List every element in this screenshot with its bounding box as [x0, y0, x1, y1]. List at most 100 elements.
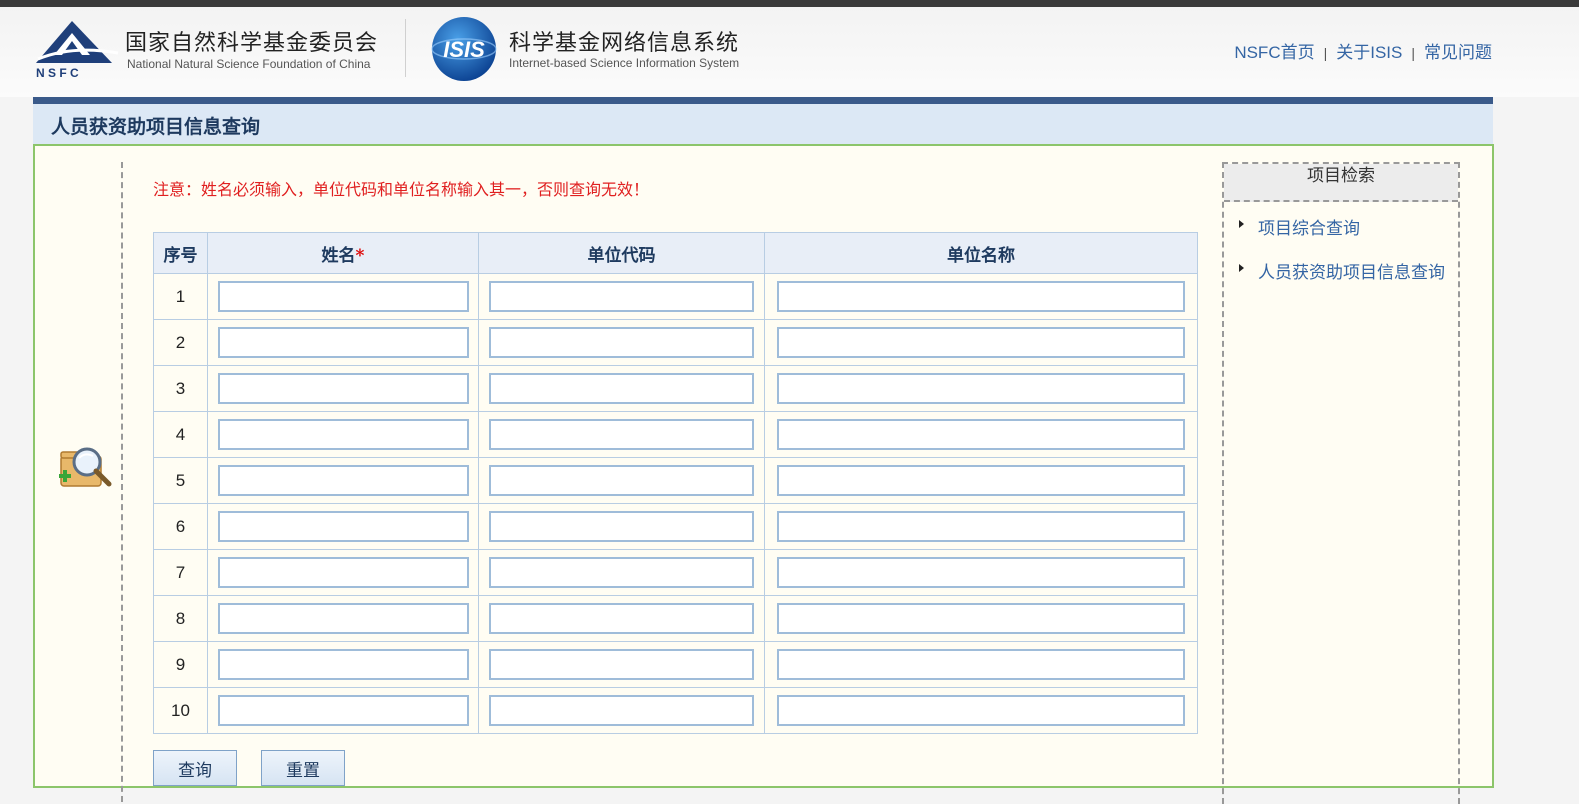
table-row: 2 — [153, 319, 1198, 366]
org-name-input[interactable] — [777, 649, 1185, 680]
table-row: 3 — [153, 365, 1198, 412]
nav-faq-link[interactable]: 常见问题 — [1424, 43, 1492, 62]
table-row: 5 — [153, 457, 1198, 504]
name-cell — [207, 549, 479, 596]
table-row: 4 — [153, 411, 1198, 458]
row-index: 5 — [153, 457, 208, 504]
name-cell — [207, 273, 479, 320]
isis-globe-logo[interactable]: ISIS — [430, 15, 498, 83]
org-name-input[interactable] — [777, 557, 1185, 588]
org-code-input[interactable] — [489, 281, 754, 312]
row-index: 4 — [153, 411, 208, 458]
org-name-cell — [764, 595, 1198, 642]
row-index: 3 — [153, 365, 208, 412]
row-index: 10 — [153, 687, 208, 734]
table-header-row: 序号 姓名* 单位代码 单位名称 — [153, 232, 1198, 274]
nav-nsfc-home-link[interactable]: NSFC首页 — [1234, 43, 1314, 62]
org-name-input[interactable] — [777, 327, 1185, 358]
triangle-right-icon — [1239, 220, 1244, 228]
name-input[interactable] — [217, 327, 469, 358]
table-row: 7 — [153, 549, 1198, 596]
query-button[interactable]: 查询 — [153, 750, 237, 786]
org-code-cell — [478, 641, 765, 688]
main-panel: 注意：姓名必须输入，单位代码和单位名称输入其一，否则查询无效！ 序号 姓名* 单… — [33, 144, 1494, 804]
name-input[interactable] — [217, 373, 469, 404]
org-name-input[interactable] — [777, 603, 1185, 634]
nav-separator: | — [1411, 45, 1415, 61]
org-code-cell — [478, 457, 765, 504]
org-name-cell — [764, 457, 1198, 504]
title-bar: 人员获资助项目信息查询 — [33, 104, 1493, 144]
org-name-input[interactable] — [777, 465, 1185, 496]
table-row: 1 — [153, 273, 1198, 320]
org-code-cell — [478, 687, 765, 734]
name-input[interactable] — [217, 695, 469, 726]
org-code-input[interactable] — [489, 603, 754, 634]
org-code-input[interactable] — [489, 511, 754, 542]
nsfc-logo-text: N S F C — [36, 66, 79, 79]
page-title: 人员获资助项目信息查询 — [51, 116, 261, 138]
row-index: 2 — [153, 319, 208, 366]
org-name-cell — [764, 411, 1198, 458]
nav-separator: | — [1323, 45, 1328, 61]
search-document-icon — [59, 447, 112, 487]
row-index: 7 — [153, 549, 208, 596]
org-code-input[interactable] — [489, 327, 754, 358]
sidebar-item-comprehensive-query[interactable]: 项目综合查询 — [1224, 214, 1458, 246]
table-row: 10 — [153, 687, 1198, 734]
row-index: 8 — [153, 595, 208, 642]
query-table: 序号 姓名* 单位代码 单位名称 1 2 3 4 5 6 7 8 9 10 — [153, 232, 1198, 734]
org-name-cn: 国家自然科学基金委员会 — [125, 31, 379, 56]
org-code-cell — [478, 273, 765, 320]
name-input[interactable] — [217, 649, 469, 680]
name-cell — [207, 687, 479, 734]
org-code-input[interactable] — [489, 373, 754, 404]
org-code-input[interactable] — [489, 557, 754, 588]
sidebar-list: 项目综合查询 人员获资助项目信息查询 — [1224, 214, 1458, 290]
nav-about-isis-link[interactable]: 关于ISIS — [1336, 43, 1402, 62]
browser-top-strip — [0, 0, 1579, 7]
org-code-input[interactable] — [489, 465, 754, 496]
nsfc-logo[interactable]: N S F C — [32, 19, 120, 79]
name-cell — [207, 595, 479, 642]
name-cell — [207, 641, 479, 688]
column-header-org-code: 单位代码 — [478, 232, 765, 274]
sidebar-title: 项目检索 — [1224, 164, 1458, 202]
org-name-cell — [764, 641, 1198, 688]
name-cell — [207, 319, 479, 366]
name-input[interactable] — [217, 557, 469, 588]
column-header-index: 序号 — [153, 232, 208, 274]
org-name-input[interactable] — [777, 419, 1185, 450]
sidebar-item-personnel-funding-query[interactable]: 人员获资助项目信息查询 — [1224, 258, 1458, 290]
row-index: 6 — [153, 503, 208, 550]
org-name-input[interactable] — [777, 281, 1185, 312]
column-header-name: 姓名* — [207, 232, 479, 274]
sidebar-item-label: 人员获资助项目信息查询 — [1258, 263, 1445, 283]
name-input[interactable] — [217, 511, 469, 542]
org-name-input[interactable] — [777, 373, 1185, 404]
site-header: N S F C 国家自然科学基金委员会 National Natural Sci… — [0, 7, 1579, 97]
sidebar-item-label: 项目综合查询 — [1258, 219, 1360, 239]
system-name-cn: 科学基金网络信息系统 — [509, 31, 740, 56]
name-input[interactable] — [217, 603, 469, 634]
org-code-input[interactable] — [489, 419, 754, 450]
name-cell — [207, 457, 479, 504]
org-code-input[interactable] — [489, 695, 754, 726]
name-input[interactable] — [217, 465, 469, 496]
name-cell — [207, 411, 479, 458]
top-nav: NSFC首页 | 关于ISIS | 常见问题 — [1234, 38, 1492, 63]
reset-button[interactable]: 重置 — [261, 750, 345, 786]
org-code-cell — [478, 595, 765, 642]
system-name-en: Internet-based Science Information Syste… — [509, 56, 740, 70]
org-code-cell — [478, 503, 765, 550]
org-name-input[interactable] — [777, 511, 1185, 542]
column-header-name-label: 姓名 — [321, 245, 356, 266]
title-rule — [33, 97, 1493, 104]
org-code-cell — [478, 549, 765, 596]
name-cell — [207, 365, 479, 412]
org-code-input[interactable] — [489, 649, 754, 680]
name-input[interactable] — [217, 281, 469, 312]
org-name-input[interactable] — [777, 695, 1185, 726]
name-input[interactable] — [217, 419, 469, 450]
org-name-cell — [764, 549, 1198, 596]
